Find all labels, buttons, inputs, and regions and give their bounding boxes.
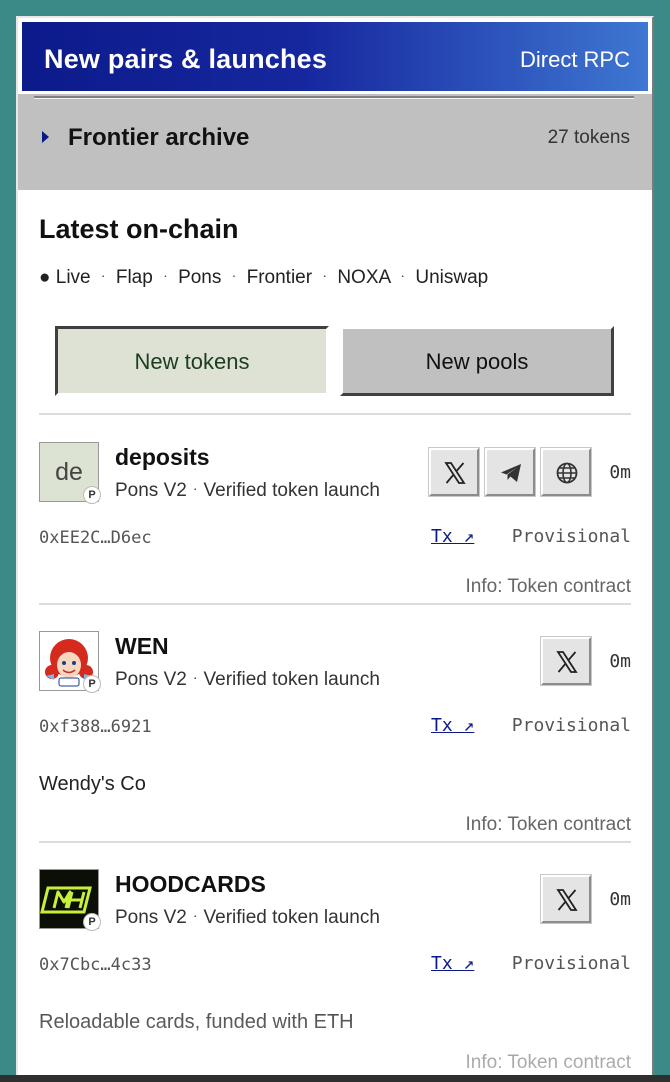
source-uniswap: Uniswap (415, 267, 489, 288)
token-description: Wendy's Co (39, 773, 146, 795)
telegram-link-button[interactable] (485, 448, 535, 496)
token-address[interactable]: 0xEE2C…D6ec (39, 528, 152, 548)
website-link-button[interactable] (541, 448, 591, 496)
source-list: ● Live · Flap · Pons · Frontier · NOXA ·… (39, 267, 488, 289)
source-pons: Pons (178, 267, 222, 288)
separator: · (192, 907, 198, 923)
token-meta: Pons V2 · Verified token launch (115, 480, 380, 502)
token-platform: Pons V2 (115, 480, 187, 501)
token-kind: Verified token launch (203, 907, 380, 928)
archive-divider (34, 96, 634, 99)
source-frontier: Frontier (246, 267, 313, 288)
frontier-archive-toggle[interactable]: Frontier archive 27 tokens (18, 94, 652, 190)
info-label: Info: Token contract (465, 576, 631, 597)
x-link-button[interactable] (429, 448, 479, 496)
bottom-edge (0, 1075, 670, 1082)
token-name: WEN (115, 633, 169, 659)
rpc-mode-label: Direct RPC (519, 47, 630, 72)
launches-window: New pairs & launches Direct RPC Frontier… (16, 16, 654, 1082)
separator: · (231, 267, 237, 283)
divider (39, 841, 631, 843)
token-meta: Pons V2 · Verified token launch (115, 907, 380, 929)
token-age: 0m (609, 651, 631, 672)
source-noxa: NOXA (337, 267, 391, 288)
separator: · (100, 267, 106, 283)
tx-link[interactable]: Tx ↗ (431, 715, 474, 736)
x-link-button[interactable] (541, 875, 591, 923)
token-age: 0m (609, 889, 631, 910)
divider (39, 413, 631, 415)
tx-link[interactable]: Tx ↗ (431, 526, 474, 547)
window-title: New pairs & launches (44, 44, 328, 74)
info-label: Info: Token contract (465, 1052, 631, 1073)
tx-link[interactable]: Tx ↗ (431, 953, 474, 974)
divider (39, 603, 631, 605)
live-indicator: ● Live (39, 267, 91, 288)
x-link-button[interactable] (541, 637, 591, 685)
token-row[interactable]: P WEN Pons V2 · Verified token launch 0m 0… (39, 631, 631, 841)
separator: · (192, 669, 198, 685)
platform-badge: P (83, 486, 101, 504)
status-label: Provisional (511, 953, 631, 974)
token-name: deposits (115, 444, 210, 470)
token-description: Reloadable cards, funded with ETH (39, 1011, 354, 1033)
separator: · (192, 480, 198, 496)
separator: · (322, 267, 328, 283)
token-kind: Verified token launch (203, 669, 380, 690)
archive-count: 27 tokens (547, 127, 630, 148)
token-row[interactable]: P HOODCARDS Pons V2 · Verified token launc… (39, 869, 631, 1079)
status-label: Provisional (511, 715, 631, 736)
archive-label: Frontier archive (68, 124, 250, 151)
token-age: 0m (609, 462, 631, 483)
tab-new-pools[interactable]: New pools (340, 326, 614, 396)
info-label: Info: Token contract (465, 814, 631, 835)
token-platform: Pons V2 (115, 669, 187, 690)
token-meta: Pons V2 · Verified token launch (115, 669, 380, 691)
separator: · (400, 267, 406, 283)
token-platform: Pons V2 (115, 907, 187, 928)
globe-icon (556, 462, 578, 484)
x-icon (444, 462, 466, 484)
token-name: HOODCARDS (115, 871, 266, 897)
platform-badge: P (83, 675, 101, 693)
telegram-icon (501, 464, 521, 482)
x-icon (556, 889, 578, 911)
x-icon (556, 651, 578, 673)
triangle-right-icon (42, 131, 49, 143)
token-address[interactable]: 0xf388…6921 (39, 717, 152, 737)
token-kind: Verified token launch (203, 480, 380, 501)
avatar-initials: de (55, 458, 83, 486)
token-row[interactable]: de P deposits Pons V2 · Verified token lau… (39, 442, 631, 602)
title-bar: New pairs & launches Direct RPC (22, 22, 648, 91)
tab-new-tokens[interactable]: New tokens (55, 326, 329, 396)
separator: · (163, 267, 168, 283)
token-address[interactable]: 0x7Cbc…4c33 (39, 955, 152, 975)
section-title: Latest on-chain (39, 214, 239, 244)
status-label: Provisional (511, 526, 631, 547)
source-flap: Flap (115, 267, 153, 288)
platform-badge: P (83, 913, 101, 931)
